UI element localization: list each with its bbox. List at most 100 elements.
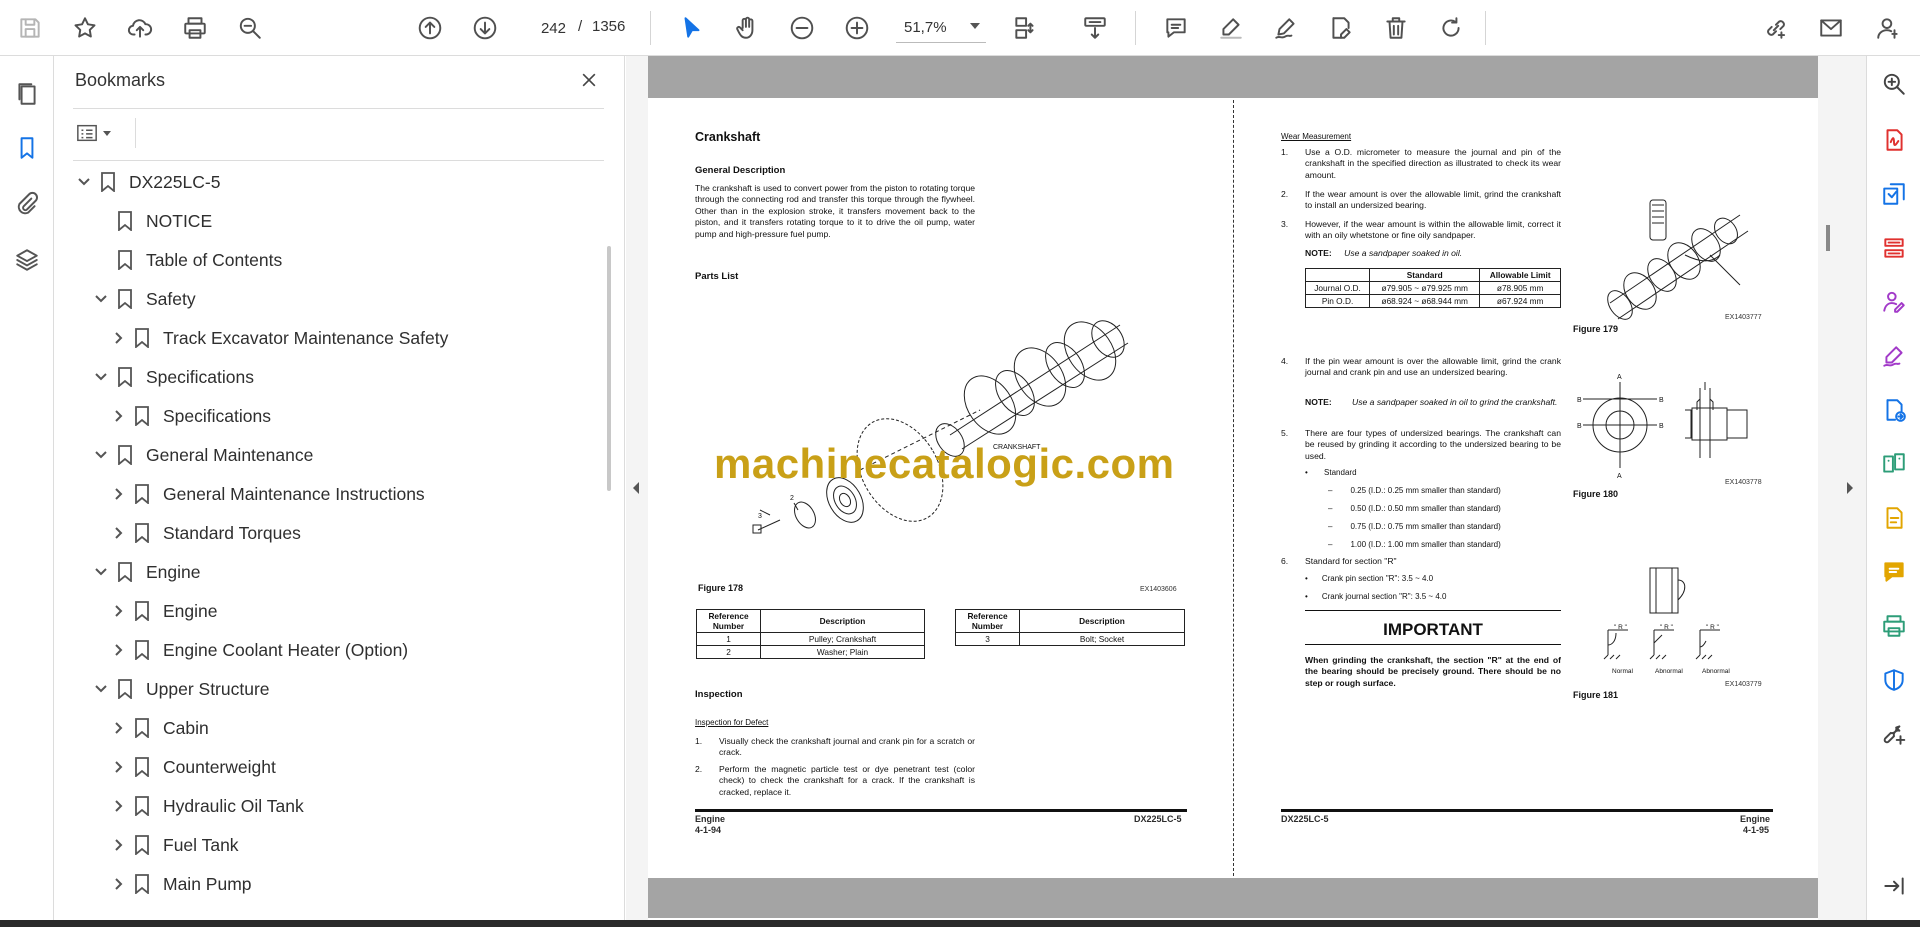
chevron-right-icon[interactable] (109, 485, 127, 503)
page-divider (1233, 100, 1234, 876)
select-cursor-icon[interactable] (672, 8, 712, 48)
organize-pages-icon[interactable] (1874, 228, 1914, 268)
hand-tool-icon[interactable] (727, 8, 767, 48)
bookmark-item[interactable]: General Maintenance (92, 437, 313, 473)
table-header-cell: Standard (1369, 268, 1481, 282)
bookmark-item[interactable]: Table of Contents (92, 242, 282, 278)
collapse-left-panel-icon[interactable] (629, 478, 643, 498)
account-icon[interactable] (1868, 8, 1908, 48)
bookmark-options-button[interactable] (75, 118, 119, 148)
print-icon[interactable] (175, 8, 215, 48)
chevron-right-icon[interactable] (109, 407, 127, 425)
svg-text:Abnormal: Abnormal (1702, 668, 1730, 675)
taskbar-strip (0, 920, 1920, 927)
bookmark-icon (116, 561, 134, 583)
zoom-in-icon[interactable] (837, 8, 877, 48)
collapse-tools-icon[interactable] (1874, 866, 1914, 906)
share-link-icon[interactable] (1756, 8, 1796, 48)
previous-page-icon[interactable] (410, 8, 450, 48)
bookmark-item[interactable]: Engine Coolant Heater (Option) (109, 632, 408, 668)
zoom-level-select[interactable]: 51,7% (896, 13, 986, 43)
bookmark-panel-icon[interactable] (7, 128, 47, 168)
bookmark-item[interactable]: Specifications (109, 398, 271, 434)
rotate-icon[interactable] (1431, 8, 1471, 48)
chevron-down-icon[interactable] (75, 173, 93, 191)
bookmark-label: General Maintenance (146, 444, 314, 465)
more-tools-icon[interactable] (1874, 714, 1914, 754)
panel-scrollbar[interactable] (607, 246, 611, 491)
bookmark-item[interactable]: NOTICE (92, 203, 212, 239)
compare-files-icon[interactable] (1874, 444, 1914, 484)
edit-pdf-icon[interactable] (1874, 498, 1914, 538)
figure-179-label: Figure 179 (1573, 324, 1619, 334)
page-thumbnails-icon[interactable] (7, 74, 47, 114)
table-row: Journal O.D. ø79.905 ~ ø79.925 mm ø78.905 … (1304, 281, 1561, 295)
protect-icon[interactable] (1874, 660, 1914, 700)
chevron-right-icon[interactable] (109, 719, 127, 737)
chevron-down-icon[interactable] (92, 680, 110, 698)
send-file-icon[interactable] (1874, 390, 1914, 430)
request-signature-icon[interactable] (1874, 282, 1914, 322)
close-icon[interactable] (575, 66, 603, 94)
chevron-right-icon[interactable] (109, 836, 127, 854)
page-fit-icon[interactable] (1005, 8, 1045, 48)
chevron-right-icon[interactable] (109, 602, 127, 620)
chevron-right-icon[interactable] (109, 329, 127, 347)
page-number-input[interactable]: 242 (523, 13, 573, 43)
create-pdf-icon[interactable] (1874, 174, 1914, 214)
chevron-right-icon[interactable] (109, 758, 127, 776)
chevron-down-icon[interactable] (92, 368, 110, 386)
print-production-icon[interactable] (1874, 606, 1914, 646)
bookmark-item[interactable]: Counterweight (109, 749, 276, 785)
layers-icon[interactable] (7, 240, 47, 280)
bookmark-item[interactable]: Safety (92, 281, 196, 317)
bookmark-item[interactable]: General Maintenance Instructions (109, 476, 425, 512)
bookmark-item[interactable]: Engine (92, 554, 201, 590)
chevron-down-icon[interactable] (92, 446, 110, 464)
export-pdf-icon[interactable] (1874, 120, 1914, 160)
upload-cloud-icon[interactable] (120, 8, 160, 48)
email-icon[interactable] (1811, 8, 1851, 48)
bookmark-item[interactable]: Fuel Tank (109, 827, 239, 863)
delete-icon[interactable] (1376, 8, 1416, 48)
bookmark-item[interactable]: Specifications (92, 359, 254, 395)
chevron-right-icon[interactable] (109, 875, 127, 893)
fill-sign-icon[interactable] (1874, 336, 1914, 376)
footer-page-number: 4-1-94 (695, 825, 722, 835)
draw-sign-icon[interactable] (1266, 8, 1306, 48)
table-header-cell: Allowable Limit (1479, 268, 1561, 282)
bookmark-label: Counterweight (163, 756, 276, 777)
comment-tool-icon[interactable] (1874, 552, 1914, 592)
search-zoom-icon[interactable] (230, 8, 270, 48)
document-scrollbar[interactable] (1826, 225, 1830, 251)
section-title: Crankshaft (695, 130, 761, 144)
list-item: –0.25 (I.D.: 0.25 mm smaller than standa… (1328, 486, 1501, 495)
next-page-icon[interactable] (465, 8, 505, 48)
bookmark-item[interactable]: Upper Structure (92, 671, 270, 707)
bookmark-item[interactable]: Hydraulic Oil Tank (109, 788, 304, 824)
chevron-right-icon[interactable] (109, 524, 127, 542)
bookmark-item[interactable]: Standard Torques (109, 515, 301, 551)
chevron-down-icon[interactable] (92, 290, 110, 308)
bookmark-item[interactable]: Main Pump (109, 866, 252, 902)
bookmark-item[interactable]: Cabin (109, 710, 209, 746)
search-zoom-icon[interactable] (1874, 64, 1914, 104)
edit-text-icon[interactable] (1321, 8, 1361, 48)
chevron-right-icon[interactable] (109, 797, 127, 815)
svg-text:" R ": " R " (1660, 624, 1674, 631)
chevron-down-icon[interactable] (92, 563, 110, 581)
zoom-out-icon[interactable] (782, 8, 822, 48)
figure-178-label: Figure 178 (698, 583, 744, 593)
bookmark-item[interactable]: Track Excavator Maintenance Safety (109, 320, 448, 356)
bookmark-item[interactable]: Engine (109, 593, 218, 629)
scroll-mode-icon[interactable] (1075, 8, 1115, 48)
attachments-icon[interactable] (7, 184, 47, 224)
star-icon[interactable] (65, 8, 105, 48)
figure-179-code: EX1403777 (1725, 314, 1762, 321)
collapse-right-panel-icon[interactable] (1843, 478, 1857, 498)
bookmark-item[interactable]: DX225LC-5 (75, 164, 220, 200)
comment-icon[interactable] (1156, 8, 1196, 48)
chevron-right-icon[interactable] (109, 641, 127, 659)
highlight-pen-icon[interactable] (1211, 8, 1251, 48)
save-icon[interactable] (10, 8, 50, 48)
